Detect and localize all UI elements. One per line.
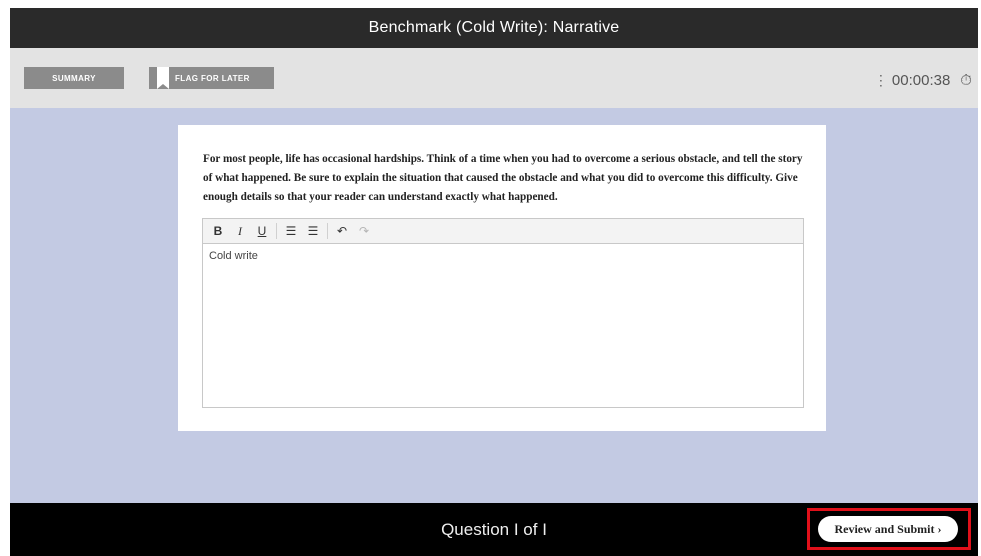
title-bar: Benchmark (Cold Write): Narrative bbox=[10, 8, 978, 48]
italic-icon: I bbox=[238, 223, 242, 238]
review-and-submit-button[interactable]: Review and Submit › bbox=[818, 516, 958, 542]
bookmark-icon bbox=[149, 67, 175, 89]
bold-icon: B bbox=[213, 224, 223, 238]
question-prompt: For most people, life has occasional har… bbox=[203, 153, 803, 203]
flag-for-later-label: FLAG FOR LATER bbox=[175, 73, 250, 83]
bulleted-list-button[interactable]: ☰ bbox=[280, 221, 302, 241]
redo-icon: ↷ bbox=[358, 224, 370, 238]
numbered-list-button[interactable]: ☰ bbox=[302, 221, 324, 241]
text-editor: B I U ☰ ☰ ↶ ↷ Cold write bbox=[202, 218, 804, 408]
underline-button[interactable]: U bbox=[251, 221, 273, 241]
footer-bar: Question I of I Review and Submit › bbox=[10, 503, 978, 556]
question-card: For most people, life has occasional har… bbox=[178, 125, 826, 431]
toolbar-divider bbox=[327, 223, 328, 239]
drag-handle-icon[interactable]: ⋮ bbox=[874, 72, 888, 89]
flag-for-later-button[interactable]: FLAG FOR LATER bbox=[149, 67, 274, 89]
bold-button[interactable]: B bbox=[207, 221, 229, 241]
bulleted-list-icon: ☰ bbox=[285, 224, 297, 238]
toolbar-divider bbox=[276, 223, 277, 239]
italic-button[interactable]: I bbox=[229, 221, 251, 241]
redo-button[interactable]: ↷ bbox=[353, 221, 375, 241]
timer: ⋮ 00:00:38 ⏱ bbox=[874, 70, 972, 90]
editor-content[interactable]: Cold write bbox=[203, 244, 803, 268]
stopwatch-icon[interactable]: ⏱ bbox=[960, 72, 972, 89]
summary-button[interactable]: SUMMARY bbox=[24, 67, 124, 89]
numbered-list-icon: ☰ bbox=[307, 224, 319, 238]
app-frame: Benchmark (Cold Write): Narrative SUMMAR… bbox=[10, 8, 978, 556]
timer-value: 00:00:38 bbox=[891, 71, 951, 89]
undo-icon: ↶ bbox=[336, 224, 348, 238]
page-title: Benchmark (Cold Write): Narrative bbox=[368, 19, 620, 36]
undo-button[interactable]: ↶ bbox=[331, 221, 353, 241]
editor-toolbar: B I U ☰ ☰ ↶ ↷ bbox=[203, 219, 803, 244]
underline-icon: U bbox=[257, 224, 267, 238]
